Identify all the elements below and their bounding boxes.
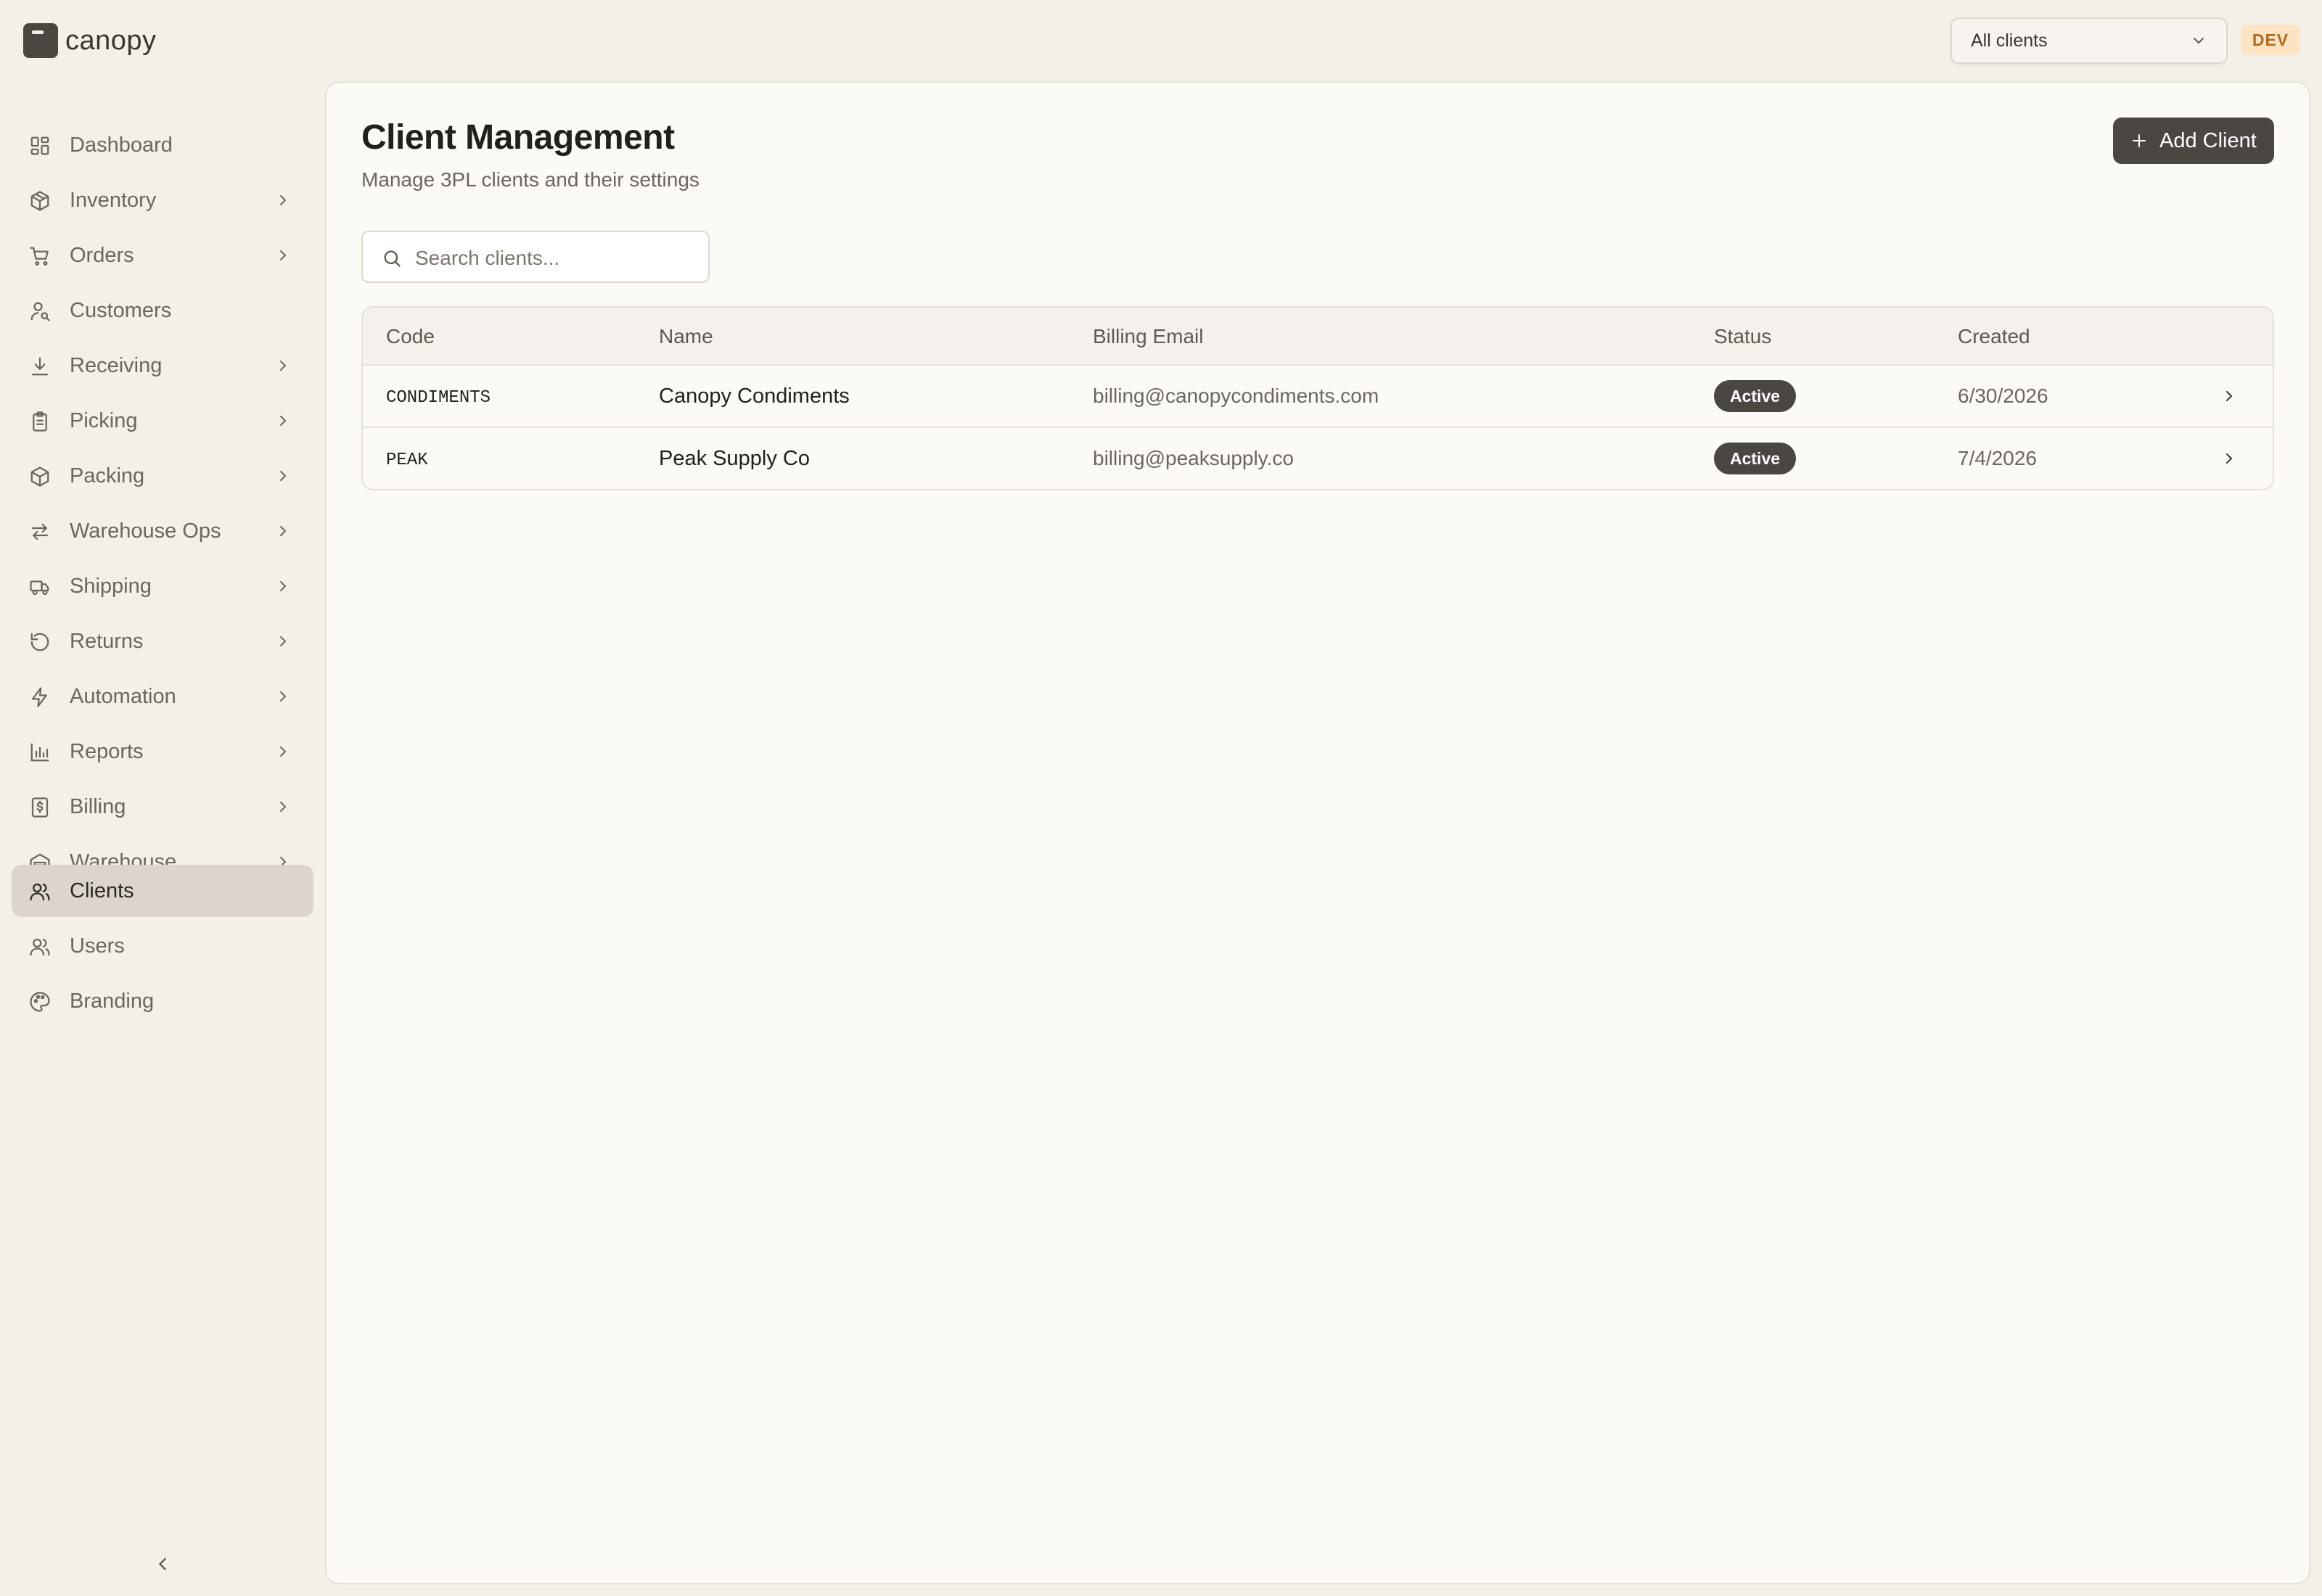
sidebar-item-label: Picking [70,409,138,432]
chevron-right-icon [280,746,287,757]
chevron-right-icon [280,636,287,646]
sidebar-item-label: Billing [70,795,126,818]
chevron-right-icon [280,691,287,702]
sidebar-item-label: Users [70,934,125,958]
bolt-icon [31,687,47,707]
page-title: Client Management [361,118,675,157]
sidebar-item-orders[interactable]: Orders [12,229,313,281]
client-code: PEAK [386,451,428,470]
client-name: Peak Supply Co [659,447,810,470]
add-client-button-label: Add Client [2159,129,2257,152]
page-subtitle: Manage 3PL clients and their settings [361,168,700,191]
sidebar-item-label: Receiving [70,354,163,377]
app-logo[interactable]: canopy [23,23,157,58]
chevron-right-icon [280,471,287,481]
bar-chart-icon [30,743,49,762]
client-billing-email: billing@peaksupply.co [1093,447,1294,469]
table-header: Code Name Billing Email Status Created [363,308,2273,366]
sidebar-item-packing[interactable]: Packing [12,450,313,502]
chevron-right-icon[interactable] [2220,450,2238,467]
chevron-right-icon[interactable] [2220,387,2238,405]
search-placeholder: Search clients... [415,247,560,269]
sidebar: Dashboard Inventory Orders Customers Rec… [0,81,324,1596]
sidebar-item-shipping[interactable]: Shipping [12,560,313,612]
package-icon [30,466,49,487]
sidebar-item-inventory[interactable]: Inventory [12,174,313,226]
sidebar-item-label: Clients [70,879,134,902]
sidebar-item-billing[interactable]: Billing [12,781,313,833]
add-client-button[interactable]: Add Client [2113,118,2274,164]
sidebar-item-label: Orders [70,244,134,267]
column-header-code[interactable]: Code [386,325,435,348]
dashboard-icon [30,136,49,155]
chevron-right-icon [280,526,287,536]
chevron-right-icon [280,250,287,260]
sidebar-item-picking[interactable]: Picking [12,395,313,447]
users-icon [30,938,50,956]
client-selector[interactable]: All clients [1950,17,2228,64]
search-input[interactable]: Search clients... [361,231,710,283]
client-created-date: 6/30/2026 [1958,384,2048,407]
receipt-icon [31,797,49,818]
sidebar-item-reports[interactable]: Reports [12,725,313,778]
clients-table: Code Name Billing Email Status Created C… [361,306,2274,490]
client-name: Canopy Condiments [659,384,850,408]
table-row[interactable]: CONDIMENTS Canopy Condiments billing@can… [363,366,2273,428]
column-header-billing-email[interactable]: Billing Email [1093,325,1204,348]
clients-icon [30,883,50,901]
rotate-icon [30,633,49,651]
box-icon [30,191,49,211]
sidebar-item-label: Shipping [70,575,152,598]
chevron-down-icon [2194,38,2204,44]
chevron-right-icon [280,581,287,591]
sidebar-item-clients[interactable]: Clients [12,865,313,917]
truck-icon [30,580,49,596]
sidebar-item-label: Automation [70,685,176,708]
palette-icon [30,992,50,1012]
arrows-icon [31,523,49,540]
column-header-created[interactable]: Created [1958,325,2030,348]
client-code: CONDIMENTS [386,388,491,408]
sidebar-item-label: Customers [70,299,172,322]
customer-icon [30,302,50,321]
sidebar-item-branding[interactable]: Branding [12,975,313,1027]
plus-icon [2133,134,2146,147]
chevron-right-icon [280,802,287,812]
top-bar: canopy All clients DEV [0,0,2322,81]
logo-mark-icon [23,23,58,58]
table-row[interactable]: PEAK Peak Supply Co billing@peaksupply.c… [363,428,2273,489]
status-badge: Active [1714,443,1797,474]
client-created-date: 7/4/2026 [1958,447,2037,469]
sidebar-item-returns[interactable]: Returns [12,615,313,667]
client-selector-value: All clients [1971,30,2048,51]
sidebar-item-label: Warehouse Ops [70,519,221,543]
app-name: canopy [65,25,157,56]
clipboard-icon [33,411,47,432]
status-badge: Active [1714,380,1797,412]
search-icon [384,250,401,267]
environment-badge: DEV [2241,25,2300,55]
collapse-sidebar-icon[interactable] [152,1554,173,1574]
client-billing-email: billing@canopycondiments.com [1093,384,1379,407]
chevron-right-icon [280,416,287,426]
cart-icon [30,247,49,266]
sidebar-item-label: Returns [70,630,144,653]
sidebar-item-receiving[interactable]: Receiving [12,340,313,392]
sidebar-item-label: Dashboard [70,133,173,157]
column-header-status[interactable]: Status [1714,325,1771,348]
sidebar-item-customers[interactable]: Customers [12,284,313,337]
sidebar-item-automation[interactable]: Automation [12,670,313,723]
sidebar-item-label: Branding [70,990,155,1013]
sidebar-item-label: Reports [70,740,144,763]
sidebar-item-dashboard[interactable]: Dashboard [12,119,313,171]
sidebar-item-warehouse-ops[interactable]: Warehouse Ops [12,505,313,557]
chevron-right-icon [280,195,287,205]
sidebar-item-label: Inventory [70,189,157,212]
sidebar-item-label: Packing [70,464,145,488]
sidebar-item-users[interactable]: Users [12,920,313,972]
download-icon [31,357,49,376]
chevron-right-icon [280,361,287,371]
column-header-name[interactable]: Name [659,325,713,348]
